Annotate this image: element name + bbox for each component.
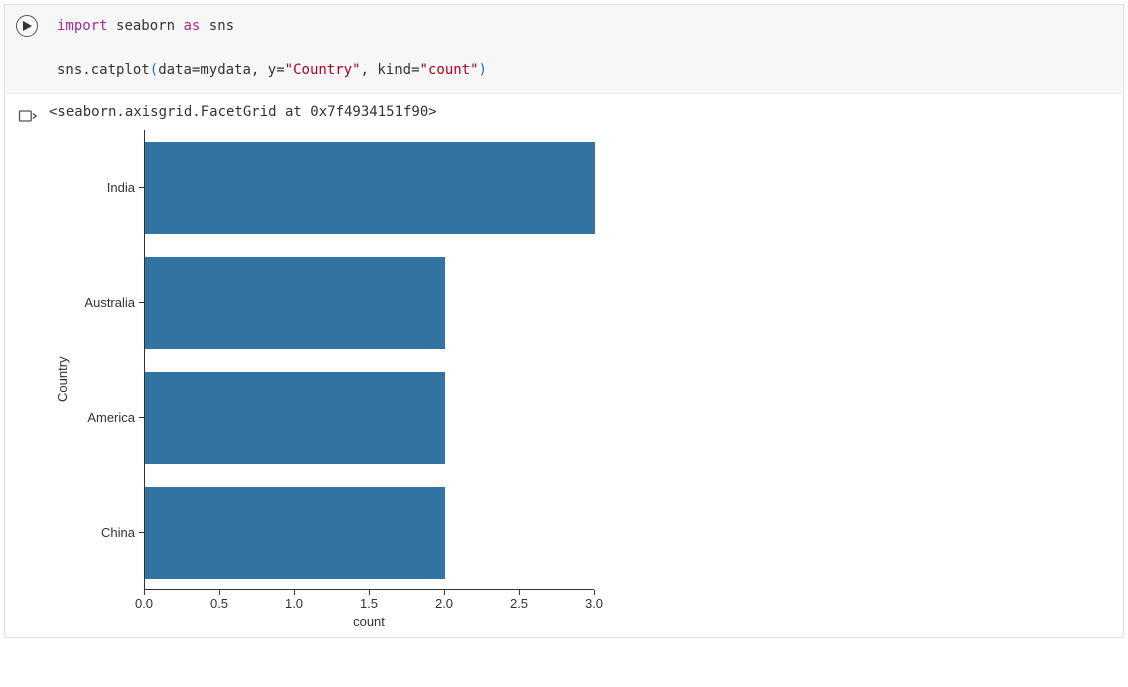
y-tick-label: Australia	[84, 245, 144, 360]
alias-name: sns	[209, 18, 234, 34]
plot-area	[144, 130, 594, 590]
output-row: <seaborn.axisgrid.FacetGrid at 0x7f49341…	[5, 94, 1123, 637]
x-tick-label: 3.0	[585, 596, 603, 611]
y-ticks: IndiaAustraliaAmericaChina	[72, 130, 144, 590]
bar	[145, 257, 445, 349]
chart: Country IndiaAustraliaAmericaChina 0.0 0.…	[53, 130, 663, 629]
output-repr: <seaborn.axisgrid.FacetGrid at 0x7f49341…	[49, 104, 1115, 130]
bar-row	[145, 257, 445, 349]
bar-row	[145, 142, 595, 234]
code-editor[interactable]: import seaborn as sns sns.catplot(data=m…	[49, 5, 1123, 93]
output-body: <seaborn.axisgrid.FacetGrid at 0x7f49341…	[49, 104, 1123, 637]
bar	[145, 487, 445, 579]
obj-name: sns	[57, 62, 82, 78]
output-toggle-icon[interactable]	[17, 106, 37, 126]
x-tick-label: 2.0	[435, 596, 453, 611]
output-gutter	[5, 104, 49, 126]
x-tick-label: 0.0	[135, 596, 153, 611]
x-ticks: 0.00.51.01.52.02.53.0	[144, 590, 594, 610]
bar-row	[145, 487, 445, 579]
play-icon	[22, 21, 32, 31]
y-axis-label: Country	[53, 130, 72, 629]
y-tick-label: China	[101, 475, 144, 590]
y-tick-label: India	[107, 130, 144, 245]
notebook-cell: import seaborn as sns sns.catplot(data=m…	[4, 4, 1124, 638]
fn-name: catplot	[91, 62, 150, 78]
input-row: import seaborn as sns sns.catplot(data=m…	[5, 5, 1123, 94]
bar	[145, 142, 595, 234]
x-tick-label: 1.5	[360, 596, 378, 611]
y-tick-label: America	[87, 360, 144, 475]
x-tick-label: 2.5	[510, 596, 528, 611]
run-button[interactable]	[16, 15, 38, 37]
keyword-as: as	[183, 18, 200, 34]
module-name: seaborn	[116, 18, 175, 34]
x-axis-label: count	[144, 610, 594, 629]
keyword-import: import	[57, 18, 108, 34]
bar-row	[145, 372, 445, 464]
x-tick-label: 0.5	[210, 596, 228, 611]
run-gutter	[5, 5, 49, 37]
bar	[145, 372, 445, 464]
x-tick-label: 1.0	[285, 596, 303, 611]
